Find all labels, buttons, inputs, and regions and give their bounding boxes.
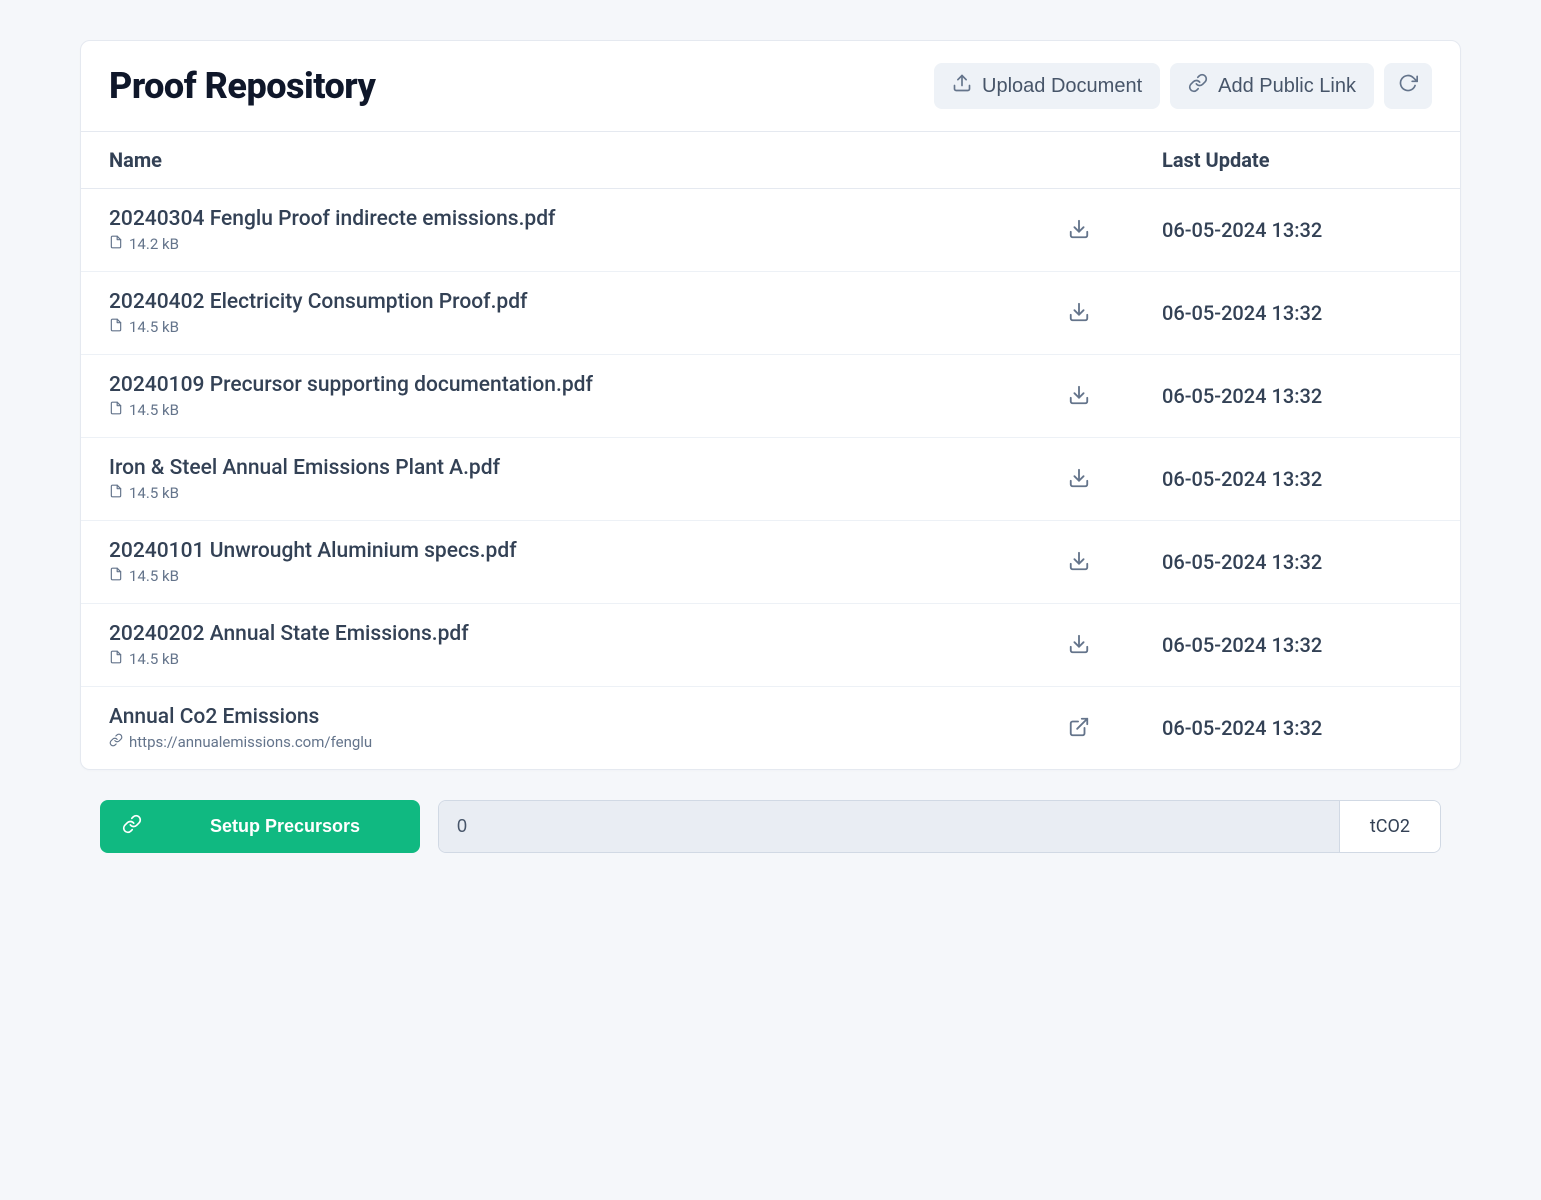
file-icon (109, 235, 123, 253)
name-cell: 20240109 Precursor supporting documentat… (109, 373, 1062, 419)
last-update-cell: 06-05-2024 13:32 (1162, 633, 1432, 657)
download-icon (1068, 560, 1090, 575)
action-cell (1062, 627, 1162, 664)
upload-icon (952, 73, 972, 99)
last-update-cell: 06-05-2024 13:32 (1162, 218, 1432, 242)
link-icon (122, 814, 142, 839)
last-update-cell: 06-05-2024 13:32 (1162, 384, 1432, 408)
file-name: 20240304 Fenglu Proof indirecte emission… (109, 207, 1062, 231)
file-name: 20240202 Annual State Emissions.pdf (109, 622, 1062, 646)
link-label: Add Public Link (1218, 75, 1356, 98)
table-body: 20240304 Fenglu Proof indirecte emission… (81, 189, 1460, 769)
file-name: 20240101 Unwrought Aluminium specs.pdf (109, 539, 1062, 563)
last-update-cell: 06-05-2024 13:32 (1162, 301, 1432, 325)
file-meta: 14.5 kB (109, 401, 1062, 419)
tco2-input-group: tCO2 (438, 800, 1441, 853)
file-icon (109, 318, 123, 336)
download-icon (1068, 228, 1090, 243)
column-last-update: Last Update (1162, 148, 1432, 172)
action-cell (1062, 544, 1162, 581)
action-cell (1062, 212, 1162, 249)
file-size: 14.5 kB (129, 650, 179, 668)
table-row: 20240109 Precursor supporting documentat… (81, 355, 1460, 438)
file-size: 14.5 kB (129, 401, 179, 419)
download-button[interactable] (1062, 212, 1096, 249)
footer-bar: Setup Precursors tCO2 (80, 800, 1461, 883)
file-name: 20240109 Precursor supporting documentat… (109, 373, 1062, 397)
download-button[interactable] (1062, 378, 1096, 415)
file-meta: 14.5 kB (109, 650, 1062, 668)
setup-precursors-button[interactable]: Setup Precursors (100, 800, 420, 853)
action-cell (1062, 461, 1162, 498)
name-cell: 20240101 Unwrought Aluminium specs.pdf 14… (109, 539, 1062, 585)
table-row: Iron & Steel Annual Emissions Plant A.pd… (81, 438, 1460, 521)
file-name: Annual Co2 Emissions (109, 705, 1062, 729)
link-icon (1188, 73, 1208, 99)
download-icon (1068, 311, 1090, 326)
file-url: https://annualemissions.com/fenglu (129, 733, 372, 751)
file-size: 14.5 kB (129, 567, 179, 585)
file-size: 14.5 kB (129, 318, 179, 336)
open-link-button[interactable] (1062, 710, 1096, 747)
refresh-button[interactable] (1384, 63, 1432, 109)
table-row: Annual Co2 Emissions https://annualemissi… (81, 687, 1460, 769)
file-size: 14.5 kB (129, 484, 179, 502)
name-cell: Iron & Steel Annual Emissions Plant A.pd… (109, 456, 1062, 502)
proof-repository-card: Proof Repository Upload Document Add Pub… (80, 40, 1461, 770)
download-button[interactable] (1062, 461, 1096, 498)
file-name: 20240402 Electricity Consumption Proof.p… (109, 290, 1062, 314)
file-meta: 14.2 kB (109, 235, 1062, 253)
download-icon (1068, 477, 1090, 492)
name-cell: 20240402 Electricity Consumption Proof.p… (109, 290, 1062, 336)
upload-label: Upload Document (982, 75, 1142, 98)
table-row: 20240402 Electricity Consumption Proof.p… (81, 272, 1460, 355)
name-cell: 20240304 Fenglu Proof indirecte emission… (109, 207, 1062, 253)
external-link-icon (1068, 726, 1090, 741)
table-row: 20240101 Unwrought Aluminium specs.pdf 14… (81, 521, 1460, 604)
column-action-spacer (1062, 148, 1162, 172)
name-cell: Annual Co2 Emissions https://annualemissi… (109, 705, 1062, 751)
last-update-cell: 06-05-2024 13:32 (1162, 467, 1432, 491)
file-icon (109, 484, 123, 502)
file-meta: 14.5 kB (109, 318, 1062, 336)
last-update-cell: 06-05-2024 13:32 (1162, 716, 1432, 740)
file-icon (109, 401, 123, 419)
download-button[interactable] (1062, 295, 1096, 332)
download-icon (1068, 643, 1090, 658)
file-name: Iron & Steel Annual Emissions Plant A.pd… (109, 456, 1062, 480)
file-icon (109, 650, 123, 668)
last-update-cell: 06-05-2024 13:32 (1162, 550, 1432, 574)
download-button[interactable] (1062, 544, 1096, 581)
upload-document-button[interactable]: Upload Document (934, 63, 1160, 109)
action-cell (1062, 378, 1162, 415)
setup-label: Setup Precursors (172, 816, 398, 837)
page-title: Proof Repository (109, 65, 375, 107)
card-header: Proof Repository Upload Document Add Pub… (81, 41, 1460, 132)
file-meta: https://annualemissions.com/fenglu (109, 733, 1062, 751)
action-cell (1062, 710, 1162, 747)
header-actions: Upload Document Add Public Link (934, 63, 1432, 109)
add-public-link-button[interactable]: Add Public Link (1170, 63, 1374, 109)
file-icon (109, 567, 123, 585)
column-name: Name (109, 148, 1062, 172)
download-button[interactable] (1062, 627, 1096, 664)
table-row: 20240304 Fenglu Proof indirecte emission… (81, 189, 1460, 272)
table-header: Name Last Update (81, 132, 1460, 189)
name-cell: 20240202 Annual State Emissions.pdf 14.5 … (109, 622, 1062, 668)
tco2-input[interactable] (439, 801, 1339, 852)
download-icon (1068, 394, 1090, 409)
file-size: 14.2 kB (129, 235, 179, 253)
table-row: 20240202 Annual State Emissions.pdf 14.5 … (81, 604, 1460, 687)
link-icon (109, 733, 123, 751)
refresh-icon (1398, 73, 1418, 99)
action-cell (1062, 295, 1162, 332)
file-meta: 14.5 kB (109, 484, 1062, 502)
unit-label: tCO2 (1339, 801, 1440, 852)
file-meta: 14.5 kB (109, 567, 1062, 585)
